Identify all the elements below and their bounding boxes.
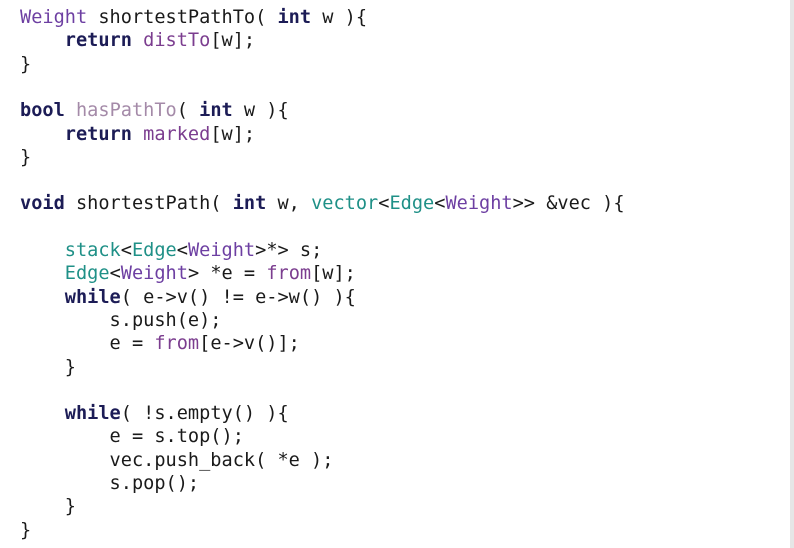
code-token: hasPathTo	[75, 100, 177, 122]
code-token: ( !s.empty() ){	[120, 403, 289, 425]
code-token: <	[434, 193, 446, 215]
code-line: }	[20, 53, 31, 77]
code-token: <	[176, 240, 188, 261]
code-token: Weight	[445, 193, 513, 215]
code-editor[interactable]: Weight shortestPathTo( int w ){ return d…	[0, 0, 794, 548]
code-line: Edge<Weight> *e = from[w];	[20, 262, 356, 286]
code-line: s.pop();	[20, 472, 200, 496]
code-token: [w];	[210, 123, 256, 145]
code-token: int	[277, 7, 312, 28]
code-token: }	[20, 146, 32, 168]
code-token: from	[154, 333, 200, 355]
code-token: shortestPathTo(	[87, 7, 278, 28]
code-token: }	[20, 519, 32, 541]
code-line: s.push(e);	[20, 309, 222, 333]
code-line: }	[20, 519, 31, 543]
code-token: <	[109, 263, 121, 285]
code-token: stack	[64, 240, 121, 261]
code-token: vector	[311, 193, 379, 215]
code-line: bool hasPathTo( int w ){	[20, 99, 289, 123]
code-line: e = from[e->v()];	[20, 332, 300, 356]
code-line: Weight shortestPathTo( int w ){	[20, 6, 367, 30]
code-token: <	[378, 193, 390, 215]
code-token: }	[20, 53, 32, 75]
code-token: Weight	[20, 7, 88, 28]
code-token: e = s.top();	[20, 426, 244, 448]
code-line: e = s.top();	[20, 425, 244, 449]
code-token: while	[64, 403, 121, 425]
code-line: }	[20, 356, 76, 380]
code-token: >> &vec ){	[512, 193, 625, 215]
code-token: ( e->v() != e->w() ){	[120, 286, 356, 308]
code-token: int	[232, 193, 267, 215]
code-token: vec.push_back( *e );	[20, 449, 334, 471]
code-line: }	[20, 495, 76, 519]
code-token: Weight	[120, 263, 188, 285]
code-token: w ){	[232, 100, 289, 122]
code-token: >*> s;	[255, 240, 323, 261]
code-token: shortestPath(	[64, 193, 233, 215]
code-token: bool	[20, 100, 65, 122]
code-line: }	[20, 146, 31, 170]
code-token: Edge	[389, 193, 435, 215]
code-token: [w];	[210, 30, 256, 52]
code-token: <	[120, 240, 132, 261]
vertical-scrollbar[interactable]	[790, 0, 794, 548]
code-token: distTo	[143, 30, 211, 52]
code-line: return marked[w];	[20, 123, 255, 147]
code-token: }	[20, 496, 76, 518]
code-token: Edge	[64, 263, 110, 285]
code-token: from	[266, 263, 312, 285]
code-token: (	[176, 100, 200, 122]
code-token: [w];	[311, 263, 356, 285]
code-line: vec.push_back( *e );	[20, 449, 334, 473]
code-token: void	[20, 193, 65, 215]
code-token: w,	[266, 193, 312, 215]
code-token: > *e =	[187, 263, 267, 285]
code-line: void shortestPath( int w, vector<Edge<We…	[20, 192, 625, 216]
code-token: while	[64, 286, 121, 308]
code-line: stack<Edge<Weight>*> s;	[20, 239, 323, 263]
code-line: while( e->v() != e->w() ){	[20, 286, 356, 310]
code-token: s.push(e);	[20, 309, 222, 331]
code-line: while( !s.empty() ){	[20, 402, 289, 426]
code-line: return distTo[w];	[20, 29, 255, 53]
code-token: Edge	[131, 240, 177, 261]
code-token: }	[20, 356, 76, 378]
code-token: Weight	[187, 240, 256, 261]
code-token: [e->v()];	[199, 333, 300, 355]
code-token: s.pop();	[20, 473, 200, 494]
code-token: int	[199, 100, 233, 122]
code-token: return	[64, 123, 132, 145]
code-token: marked	[143, 123, 211, 145]
code-token: return	[64, 30, 132, 52]
code-token: w ){	[311, 7, 368, 28]
code-token: e =	[20, 333, 155, 355]
